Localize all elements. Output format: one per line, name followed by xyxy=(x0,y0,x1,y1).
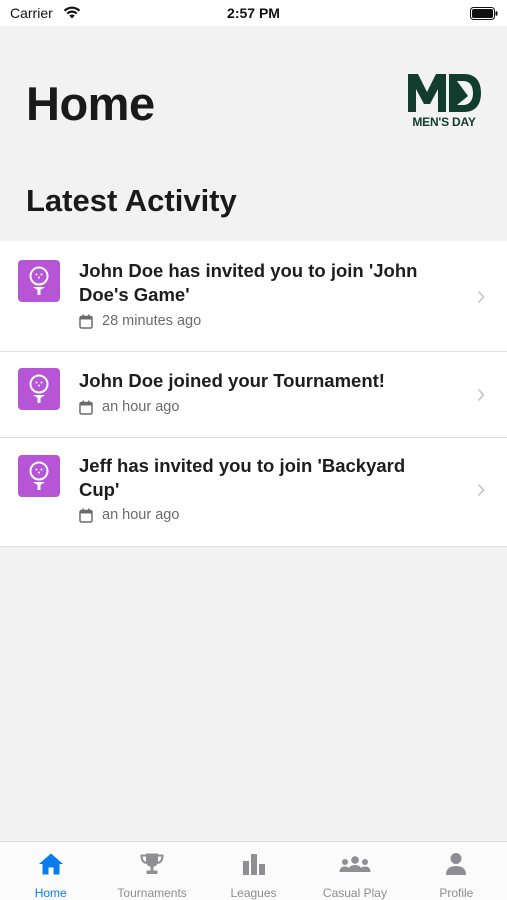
calendar-icon xyxy=(79,400,93,415)
status-bar: Carrier 2:57 PM xyxy=(0,0,507,26)
person-icon xyxy=(446,853,467,875)
activity-icon-tile xyxy=(18,260,60,302)
tab-label: Home xyxy=(34,886,67,900)
tab-home[interactable]: Home xyxy=(0,842,101,900)
tab-bar: Home Tournaments Leagues Casual Play Pro… xyxy=(0,841,507,900)
activity-time: an hour ago xyxy=(102,507,180,523)
calendar-icon xyxy=(79,508,93,523)
tab-label: Leagues xyxy=(230,886,277,900)
bar-chart-icon xyxy=(242,854,265,875)
activity-item[interactable]: Jeff has invited you to join 'Backyard C… xyxy=(0,438,507,547)
golf-ball-on-tee-icon xyxy=(29,266,49,295)
chevron-right-icon xyxy=(477,483,485,497)
tab-leagues[interactable]: Leagues xyxy=(203,842,304,900)
activity-title: John Doe has invited you to join 'John D… xyxy=(79,260,418,305)
clock: 2:57 PM xyxy=(227,5,280,21)
group-icon xyxy=(339,856,371,872)
trophy-icon xyxy=(140,853,164,874)
golf-ball-on-tee-icon xyxy=(29,461,49,490)
page-title: Home xyxy=(26,77,155,130)
md-logo-mark xyxy=(408,74,481,112)
activity-icon-tile xyxy=(18,455,60,497)
tab-profile[interactable]: Profile xyxy=(406,842,507,900)
activity-time: an hour ago xyxy=(102,399,180,415)
activity-list: John Doe has invited you to join 'John D… xyxy=(0,241,507,547)
section-title: Latest Activity xyxy=(26,183,237,218)
brand-logo: MEN'S DAY xyxy=(404,72,482,132)
home-icon xyxy=(38,853,63,875)
activity-title: John Doe joined your Tournament! xyxy=(79,370,385,391)
tab-tournaments[interactable]: Tournaments xyxy=(101,842,202,900)
chevron-right-icon xyxy=(477,290,485,304)
brand-text: MEN'S DAY xyxy=(412,115,476,129)
activity-title: Jeff has invited you to join 'Backyard C… xyxy=(79,455,406,500)
tab-label: Casual Play xyxy=(322,886,387,900)
activity-icon-tile xyxy=(18,368,60,410)
activity-item[interactable]: John Doe has invited you to join 'John D… xyxy=(0,241,507,352)
tab-casual-play[interactable]: Casual Play xyxy=(304,842,405,900)
calendar-icon xyxy=(79,314,93,329)
golf-ball-on-tee-icon xyxy=(29,374,49,403)
chevron-right-icon xyxy=(477,388,485,402)
activity-time: 28 minutes ago xyxy=(102,313,202,329)
tab-label: Tournaments xyxy=(117,886,187,900)
battery-icon xyxy=(470,7,498,20)
activity-item[interactable]: John Doe joined your Tournament! an hour… xyxy=(0,352,507,438)
tab-label: Profile xyxy=(439,886,474,900)
